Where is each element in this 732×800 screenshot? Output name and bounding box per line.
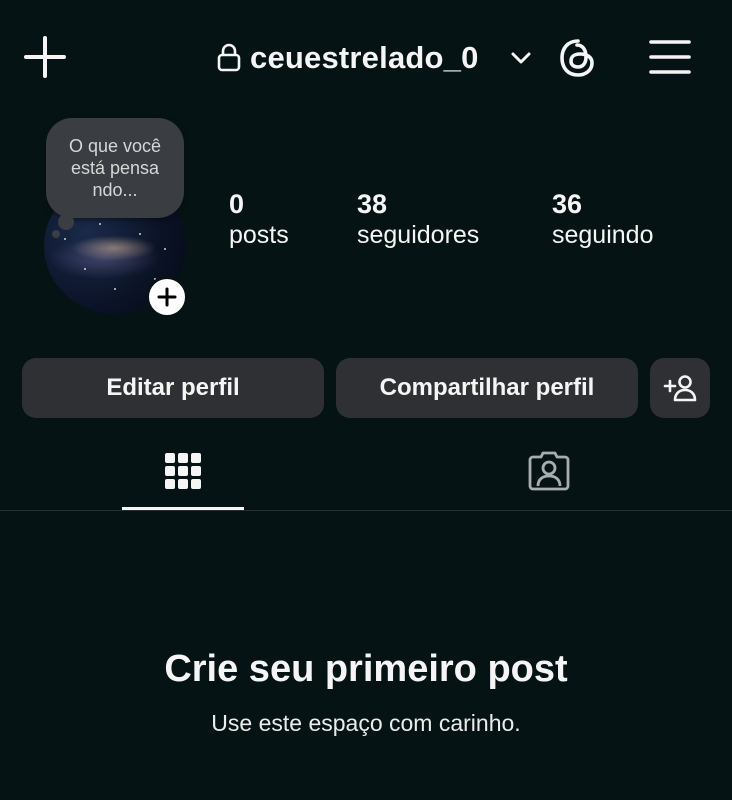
note-bubble-tail [58, 214, 74, 230]
stat-following-label: seguindo [552, 221, 654, 249]
tagged-icon [528, 451, 570, 491]
create-post-button[interactable] [22, 34, 68, 80]
account-switcher-username[interactable]: ceuestrelado_0 [250, 38, 479, 78]
note-bubble[interactable]: O que você está pensa ndo... [46, 118, 184, 218]
empty-state-subtitle: Use este espaço com carinho. [211, 710, 521, 736]
empty-state-title: Crie seu primeiro post [164, 648, 568, 690]
stat-followers[interactable]: 38 seguidores [357, 188, 479, 250]
stat-posts[interactable]: 0 posts [229, 188, 289, 250]
note-bubble-tail-small [52, 230, 60, 238]
stat-followers-label: seguidores [357, 221, 480, 249]
plus-icon [157, 287, 177, 307]
tab-tagged[interactable] [488, 430, 610, 512]
tab-posts-grid[interactable] [122, 430, 244, 512]
menu-button[interactable] [648, 38, 692, 76]
chevron-down-icon[interactable] [507, 44, 535, 72]
stat-following-value: 36 [552, 189, 583, 219]
stat-posts-value: 0 [229, 189, 245, 219]
lock-icon [216, 42, 242, 72]
edit-profile-button[interactable]: Editar perfil [22, 358, 324, 418]
stat-posts-label: posts [229, 221, 289, 249]
threads-button[interactable] [556, 36, 600, 80]
note-text: O que você está pensa ndo... [68, 136, 162, 200]
threads-icon [560, 39, 594, 77]
grid-icon [165, 453, 201, 489]
add-story-button[interactable] [146, 276, 188, 318]
hamburger-menu-icon [649, 40, 691, 74]
discover-people-button[interactable] [650, 358, 710, 418]
add-user-icon [663, 375, 697, 402]
stat-following[interactable]: 36 seguindo [552, 188, 653, 250]
share-profile-button[interactable]: Compartilhar perfil [336, 358, 638, 418]
plus-icon [24, 36, 66, 78]
tabs-divider [0, 510, 732, 511]
stat-followers-value: 38 [357, 189, 388, 219]
